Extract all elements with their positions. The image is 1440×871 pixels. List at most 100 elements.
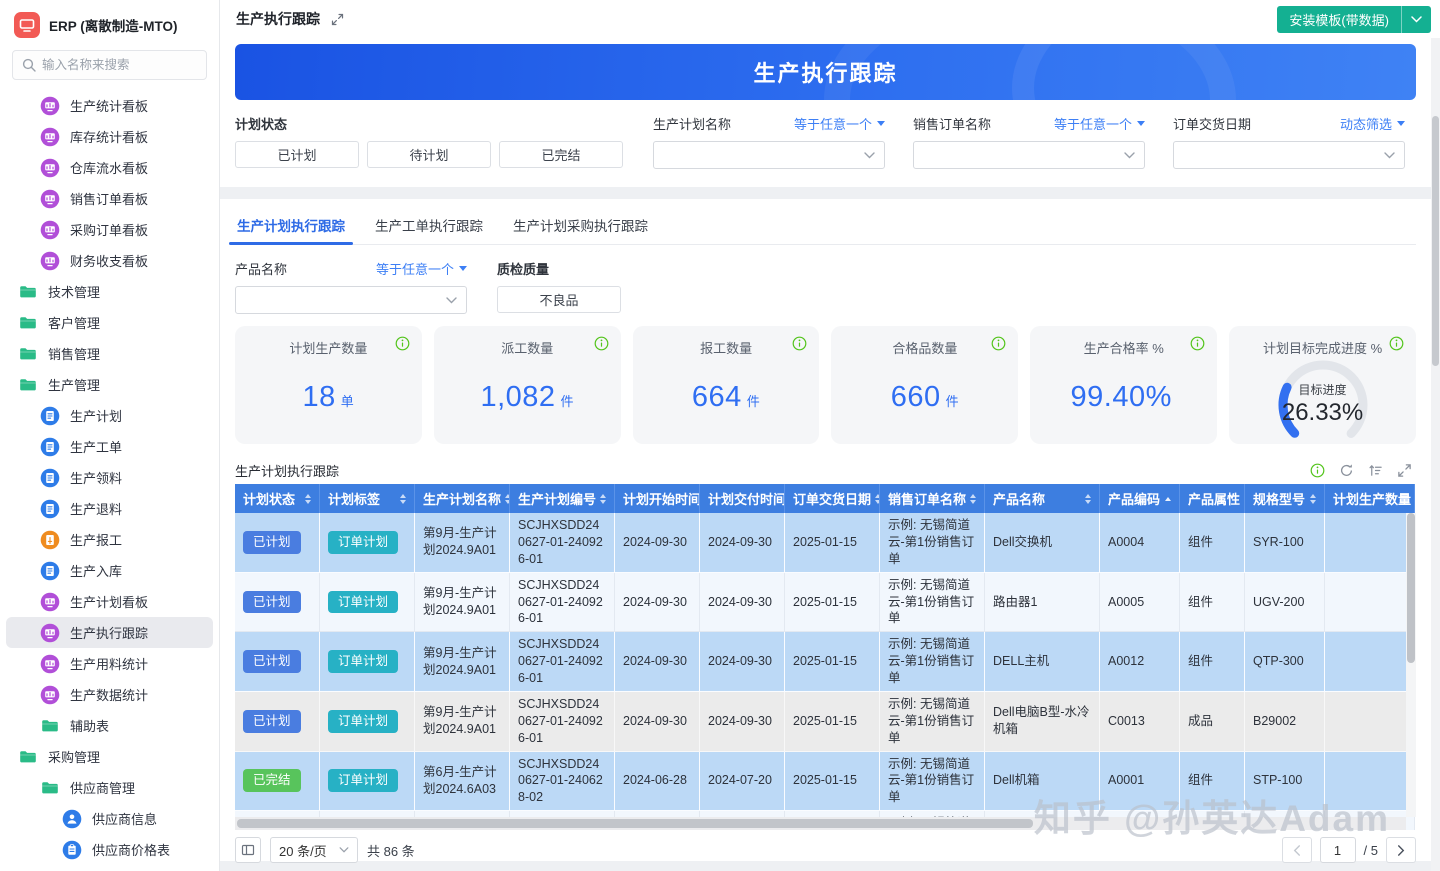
status-filter-group: 计划状态 已计划待计划已完结 [235, 114, 623, 169]
page-tab[interactable]: 生产执行跟踪 [236, 9, 344, 29]
column-header[interactable]: 产品属性 [1180, 484, 1245, 513]
column-header[interactable]: 订单交货日期 [785, 484, 880, 513]
stat-value: 660件 [843, 381, 1006, 414]
tracking-tab[interactable]: 生产计划采购执行跟踪 [511, 207, 650, 244]
sidebar-item[interactable]: 客户管理 [6, 307, 213, 338]
expand-page-icon[interactable] [331, 13, 344, 26]
sidebar-item[interactable]: 生产执行跟踪 [6, 617, 213, 648]
stat-card: 计划目标完成进度 %目标进度26.33% [1229, 326, 1416, 444]
chevron-down-icon[interactable] [1402, 16, 1431, 23]
product-op-link[interactable]: 等于任意一个 [376, 259, 467, 278]
filter-field-label: 销售订单名称 [913, 114, 991, 133]
status-option-button[interactable]: 已完结 [499, 141, 623, 168]
table-vertical-scrollbar[interactable] [1406, 513, 1416, 817]
sidebar-item[interactable]: 生产计划看板 [6, 586, 213, 617]
app-root: ERP (离散制造-MTO) 生产统计看板库存统计看板仓库流水看板销售订单看板采… [0, 0, 1440, 871]
dashboard-icon [40, 251, 60, 271]
column-header[interactable]: 计划开始时间 [615, 484, 700, 513]
next-page-button[interactable] [1386, 837, 1416, 863]
info-icon[interactable] [1190, 336, 1205, 351]
doc-icon [40, 437, 60, 457]
page-size-select[interactable]: 20 条/页 [270, 837, 358, 863]
info-icon[interactable] [991, 336, 1006, 351]
sidebar-item[interactable]: 生产管理 [6, 369, 213, 400]
table-row[interactable]: 已完结订单计划第6月-生产计划2024.6A03SCJHXSDD240627-0… [235, 752, 1415, 812]
folder-icon [40, 778, 60, 798]
filter-op-link[interactable]: 等于任意一个 [1054, 114, 1145, 133]
info-icon[interactable] [594, 336, 609, 351]
product-select[interactable] [235, 286, 467, 314]
status-option-button[interactable]: 已计划 [235, 141, 359, 168]
column-settings-icon[interactable] [235, 837, 261, 863]
sidebar-item[interactable]: 库存统计看板 [6, 121, 213, 152]
column-header[interactable]: 销售订单名称 [880, 484, 985, 513]
sidebar-search[interactable] [12, 50, 207, 80]
product-filter-field: 产品名称 等于任意一个 [235, 259, 467, 314]
sidebar-item[interactable]: 销售订单看板 [6, 183, 213, 214]
info-icon[interactable] [1310, 463, 1325, 478]
search-input[interactable] [42, 58, 197, 72]
sidebar-item[interactable]: 生产入库 [6, 555, 213, 586]
sidebar-item[interactable]: 技术管理 [6, 276, 213, 307]
sidebar-item[interactable]: 生产计划 [6, 400, 213, 431]
sidebar-item[interactable]: 财务收支看板 [6, 245, 213, 276]
sidebar-item[interactable]: 生产退料 [6, 493, 213, 524]
column-header[interactable]: 计划交付时间 [700, 484, 785, 513]
prev-page-button[interactable] [1282, 837, 1312, 863]
fullscreen-icon[interactable] [1397, 463, 1412, 478]
table-row[interactable]: 已计划订单计划第9月-生产计划2024.9A01SCJHXSDD240627-0… [235, 632, 1415, 692]
quality-option-button[interactable]: 不良品 [497, 286, 621, 313]
table-row[interactable]: 已计划订单计划第9月-生产计划2024.9A01SCJHXSDD240627-0… [235, 573, 1415, 633]
sidebar-item[interactable]: 生产用料统计 [6, 648, 213, 679]
sidebar-item-label: 销售管理 [48, 344, 100, 363]
column-header[interactable]: 计划生产数量 [1325, 484, 1415, 513]
status-option-button[interactable]: 待计划 [367, 141, 491, 168]
table-row[interactable]: 已计划订单计划第9月-生产计划2024.9A01SCJHXSDD240627-0… [235, 513, 1415, 573]
page-scrollbar[interactable] [1431, 38, 1440, 871]
sidebar-item-label: 供应商价格表 [92, 840, 170, 859]
sidebar-item[interactable]: 生产领料 [6, 462, 213, 493]
sidebar-item[interactable]: 供应商信息 [6, 803, 213, 834]
total-count: 共 86 条 [367, 841, 415, 860]
sidebar-item[interactable]: 仓库流水看板 [6, 152, 213, 183]
column-header[interactable]: 计划状态 [235, 484, 320, 513]
filter-row-1: 计划状态 已计划待计划已完结 生产计划名称等于任意一个销售订单名称等于任意一个订… [235, 114, 1416, 169]
table-horizontal-scrollbar[interactable] [235, 817, 1406, 830]
page-number-input[interactable] [1320, 837, 1356, 863]
tracking-tab[interactable]: 生产工单执行跟踪 [373, 207, 485, 244]
sidebar-item[interactable]: 生产工单 [6, 431, 213, 462]
info-icon[interactable] [792, 336, 807, 351]
folder-icon [18, 375, 38, 395]
info-icon[interactable] [395, 336, 410, 351]
sidebar-item[interactable]: 销售管理 [6, 338, 213, 369]
refresh-icon[interactable] [1339, 463, 1354, 478]
filter-op-link[interactable]: 等于任意一个 [794, 114, 885, 133]
sidebar-item-label: 仓库流水看板 [70, 158, 148, 177]
column-header[interactable]: 生产计划名称 [415, 484, 510, 513]
sidebar-item[interactable]: 生产报工 [6, 524, 213, 555]
tracking-tab[interactable]: 生产计划执行跟踪 [235, 207, 347, 244]
sidebar-item[interactable]: 供应商管理 [6, 772, 213, 803]
caret-down-icon [1137, 121, 1145, 130]
filter-select[interactable] [913, 141, 1145, 169]
install-template-button[interactable]: 安装模板(带数据) [1277, 6, 1431, 33]
tag-badge: 订单计划 [328, 710, 398, 733]
sidebar-item[interactable]: 采购管理 [6, 741, 213, 772]
sidebar-item[interactable]: 生产数据统计 [6, 679, 213, 710]
sidebar-item[interactable]: 供应商价格表 [6, 834, 213, 865]
column-header[interactable]: 计划标签 [320, 484, 415, 513]
sidebar-item[interactable]: 生产统计看板 [6, 90, 213, 121]
sidebar-item[interactable]: 辅助表 [6, 710, 213, 741]
column-header[interactable]: 产品名称 [985, 484, 1100, 513]
filter-field-label: 订单交货日期 [1173, 114, 1251, 133]
sort-settings-icon[interactable] [1368, 463, 1383, 478]
table-row[interactable]: 已计划订单计划第9月-生产计划2024.9A01SCJHXSDD240627-0… [235, 692, 1415, 752]
filter-select[interactable] [653, 141, 885, 169]
info-icon[interactable] [1389, 336, 1404, 351]
column-header[interactable]: 规格型号 [1245, 484, 1325, 513]
column-header[interactable]: 生产计划编号 [510, 484, 615, 513]
column-header[interactable]: 产品编码 [1100, 484, 1180, 513]
sidebar-item[interactable]: 采购订单看板 [6, 214, 213, 245]
filter-select[interactable] [1173, 141, 1405, 169]
filter-op-link[interactable]: 动态筛选 [1340, 114, 1405, 133]
